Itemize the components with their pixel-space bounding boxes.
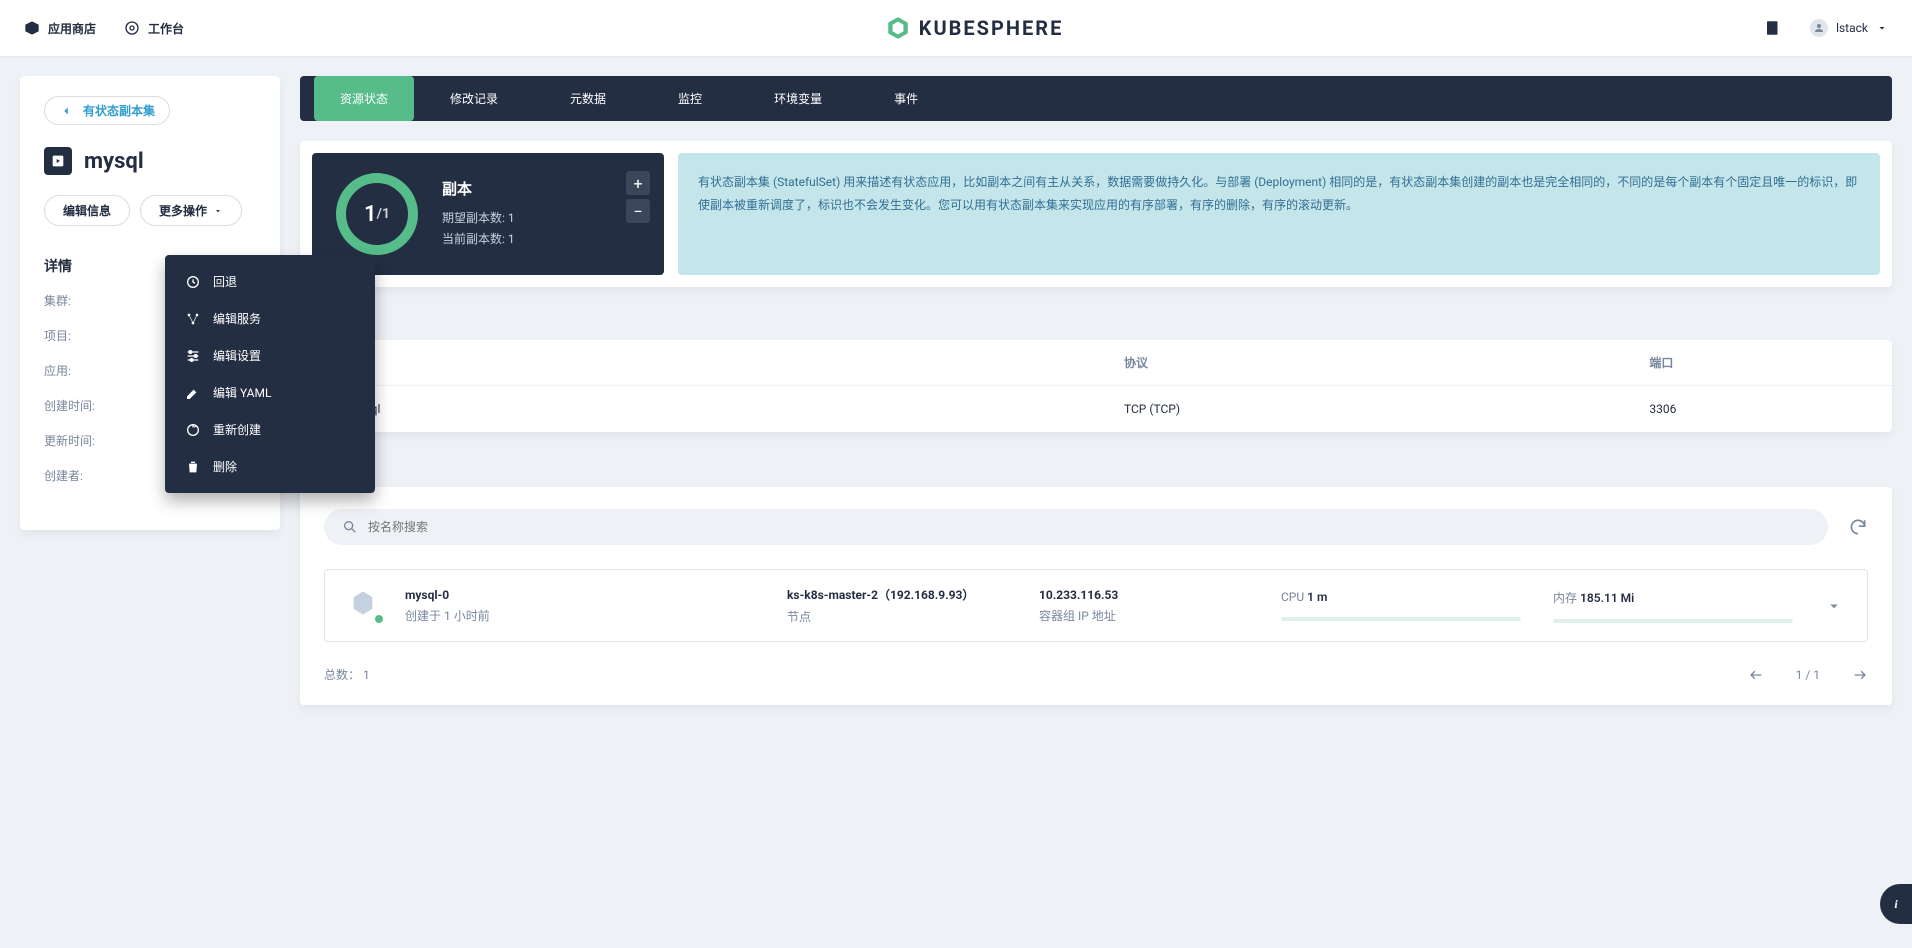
pod-node: ks-k8s-master-2（192.168.9.93） bbox=[787, 586, 1017, 603]
dropdown-edit-yaml[interactable]: 编辑 YAML bbox=[165, 374, 375, 411]
tab-events[interactable]: 事件 bbox=[868, 76, 944, 121]
logo: KUBESPHERE bbox=[885, 15, 1064, 41]
more-ops-button[interactable]: 更多操作 bbox=[140, 195, 242, 226]
replica-title: 副本 bbox=[442, 178, 515, 199]
page-prev[interactable] bbox=[1748, 667, 1764, 683]
more-ops-dropdown: 回退 编辑服务 编辑设置 编辑 YAML 重新创建 删除 bbox=[165, 255, 375, 493]
pod-ip-label: 容器组 IP 地址 bbox=[1039, 607, 1259, 624]
detail-sidebar: 有状态副本集 mysql 编辑信息 更多操作 详情 集群: 项目: 应用: 创建… bbox=[20, 76, 280, 530]
pod-total: 总数： 1 bbox=[324, 666, 370, 683]
ports-heading: 端口 bbox=[300, 309, 1892, 326]
sliders-icon bbox=[185, 348, 201, 364]
pod-search[interactable] bbox=[324, 509, 1828, 545]
pod-item[interactable]: mysql-0 创建于 1 小时前 ks-k8s-master-2（192.16… bbox=[324, 569, 1868, 642]
pods-card: mysql-0 创建于 1 小时前 ks-k8s-master-2（192.16… bbox=[300, 487, 1892, 705]
dropdown-edit-service[interactable]: 编辑服务 bbox=[165, 300, 375, 337]
mem-bar bbox=[1553, 619, 1793, 623]
info-box: 有状态副本集 (StatefulSet) 用来描述有状态应用，比如副本之间有主从… bbox=[678, 153, 1880, 275]
header: 应用商店 工作台 KUBESPHERE lstack bbox=[0, 0, 1912, 56]
replica-card: 1/1 副本 期望副本数: 1 当前副本数: 1 + − 有状态副本集 (Sta… bbox=[300, 141, 1892, 287]
page-indicator: 1 / 1 bbox=[1796, 668, 1820, 682]
dropdown-rollback[interactable]: 回退 bbox=[165, 263, 375, 300]
pager: 1 / 1 bbox=[1748, 667, 1868, 683]
expand-icon[interactable] bbox=[1825, 597, 1843, 615]
replica-desired: 期望副本数: 1 bbox=[442, 209, 515, 226]
search-icon bbox=[342, 519, 358, 535]
pod-node-label: 节点 bbox=[787, 608, 1017, 625]
pen-icon bbox=[185, 385, 201, 401]
caret-down-icon bbox=[213, 206, 223, 216]
pod-cpu: CPU 1 m bbox=[1281, 590, 1531, 604]
pod-icon bbox=[349, 589, 383, 623]
port-row: tcp-mysql TCP (TCP) 3306 bbox=[300, 386, 1892, 433]
pod-ip: 10.233.116.53 bbox=[1039, 588, 1259, 602]
chevron-down-icon bbox=[1876, 22, 1888, 34]
logo-icon bbox=[885, 15, 911, 41]
tab-revisions[interactable]: 修改记录 bbox=[424, 76, 524, 121]
user-avatar-icon bbox=[1810, 19, 1828, 37]
app-store-icon bbox=[24, 20, 40, 36]
cpu-bar bbox=[1281, 617, 1521, 621]
user-menu[interactable]: lstack bbox=[1810, 19, 1888, 37]
ports-table: 名称 协议 端口 tcp-mysql TCP (TCP) 3306 bbox=[300, 340, 1892, 432]
dropdown-edit-settings[interactable]: 编辑设置 bbox=[165, 337, 375, 374]
nav-workbench[interactable]: 工作台 bbox=[124, 20, 184, 37]
back-button[interactable]: 有状态副本集 bbox=[44, 96, 170, 125]
statefulset-icon bbox=[44, 147, 72, 175]
nav-app-store[interactable]: 应用商店 bbox=[24, 20, 96, 37]
trash-icon bbox=[185, 459, 201, 475]
restart-icon bbox=[185, 422, 201, 438]
docs-icon[interactable] bbox=[1764, 19, 1782, 37]
network-icon bbox=[185, 311, 201, 327]
chevron-left-icon bbox=[59, 104, 73, 118]
page-next[interactable] bbox=[1852, 667, 1868, 683]
resource-title: mysql bbox=[84, 149, 144, 174]
pod-search-input[interactable] bbox=[368, 520, 1810, 534]
edit-info-button[interactable]: 编辑信息 bbox=[44, 195, 130, 226]
replica-ring: 1/1 bbox=[336, 173, 418, 255]
rollback-icon bbox=[185, 274, 201, 290]
col-port: 端口 bbox=[1621, 340, 1892, 386]
tab-env[interactable]: 环境变量 bbox=[748, 76, 848, 121]
dropdown-recreate[interactable]: 重新创建 bbox=[165, 411, 375, 448]
tab-monitoring[interactable]: 监控 bbox=[652, 76, 728, 121]
replica-actual: 当前副本数: 1 bbox=[442, 230, 515, 247]
replica-minus-button[interactable]: − bbox=[626, 199, 650, 223]
col-protocol: 协议 bbox=[1096, 340, 1621, 386]
replica-plus-button[interactable]: + bbox=[626, 171, 650, 195]
dropdown-delete[interactable]: 删除 bbox=[165, 448, 375, 485]
help-fab[interactable]: i bbox=[1880, 884, 1912, 924]
refresh-button[interactable] bbox=[1848, 517, 1868, 537]
pod-status-indicator bbox=[373, 613, 385, 625]
tab-resource-status[interactable]: 资源状态 bbox=[314, 76, 414, 121]
tab-metadata[interactable]: 元数据 bbox=[544, 76, 632, 121]
pod-created: 创建于 1 小时前 bbox=[405, 607, 765, 624]
workbench-icon bbox=[124, 20, 140, 36]
pod-mem: 内存 185.11 Mi bbox=[1553, 589, 1803, 606]
pods-heading: 容器组 bbox=[300, 456, 1892, 473]
tabs: 资源状态 修改记录 元数据 监控 环境变量 事件 bbox=[300, 76, 1892, 121]
pod-name: mysql-0 bbox=[405, 588, 765, 602]
col-name: 名称 bbox=[300, 340, 1096, 386]
